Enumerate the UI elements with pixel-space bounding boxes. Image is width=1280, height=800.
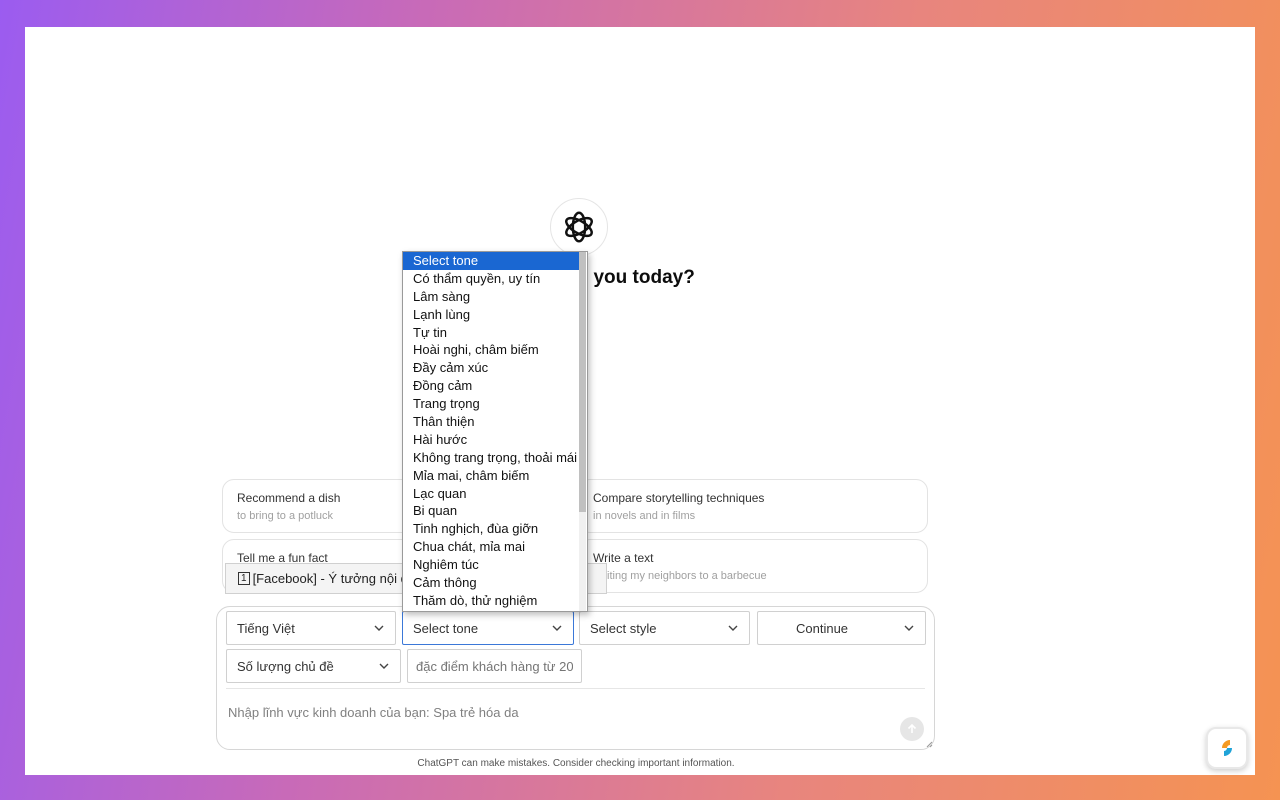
chevron-down-icon — [552, 625, 562, 631]
suggestion-subtitle: inviting my neighbors to a barbecue — [593, 570, 767, 582]
openai-logo — [550, 198, 608, 256]
suggestion-title: Compare storytelling techniques — [593, 491, 765, 505]
chat-window: How can I help you today? Recommend a di… — [25, 27, 1255, 775]
tone-option[interactable]: Đầy cảm xúc — [403, 359, 569, 377]
tone-option[interactable]: Chua chát, mỉa mai — [403, 538, 569, 556]
tone-option[interactable]: Tinh nghịch, đùa giỡn — [403, 520, 569, 538]
tone-option[interactable]: Không trang trọng, thoải mái — [403, 449, 577, 467]
composer: Tiếng Việt Select tone Select style Cont… — [216, 606, 935, 750]
tone-option[interactable]: Bi quan — [403, 502, 569, 520]
tone-select-value: Select tone — [413, 620, 479, 636]
tone-option[interactable]: Thân thiện — [403, 413, 569, 431]
scrollbar-thumb[interactable] — [579, 252, 586, 512]
chevron-down-icon — [904, 625, 914, 631]
tone-option[interactable]: Trang trọng — [403, 395, 569, 413]
dropdown-scrollbar[interactable] — [579, 252, 586, 611]
tone-option[interactable]: Nghiêm túc — [403, 556, 569, 574]
tone-option[interactable]: Đồng cảm — [403, 377, 569, 395]
continue-select[interactable]: Continue — [757, 611, 926, 645]
continue-select-value: Continue — [796, 620, 849, 636]
tone-option[interactable]: Có thẩm quyền, uy tín — [403, 270, 569, 288]
language-select[interactable]: Tiếng Việt — [226, 611, 396, 645]
topic-count-select[interactable]: Số lượng chủ đề — [226, 649, 401, 683]
arrow-up-icon — [907, 723, 917, 733]
suggestion-card-write-text[interactable]: Write a text inviting my neighbors to a … — [578, 539, 928, 593]
openai-knot-icon — [565, 211, 593, 243]
language-select-value: Tiếng Việt — [237, 620, 295, 636]
tone-option[interactable]: Hoài nghi, châm biếm — [403, 341, 569, 359]
message-input[interactable] — [226, 703, 890, 743]
suggestion-subtitle: in novels and in films — [593, 510, 696, 522]
style-select[interactable]: Select style — [579, 611, 750, 645]
tooltip-number: 1 — [238, 572, 250, 585]
tone-dropdown-list[interactable]: Select tone Có thẩm quyền, uy tín Lâm sàng… — [402, 251, 588, 612]
tone-option[interactable]: Lạnh lùng — [403, 306, 569, 324]
chevron-down-icon — [728, 625, 738, 631]
style-select-value: Select style — [590, 620, 657, 636]
tone-option[interactable]: Lạc quan — [403, 485, 569, 503]
extension-logo-icon — [1222, 740, 1232, 756]
tone-option[interactable]: Mỉa mai, châm biếm — [403, 467, 569, 485]
chevron-down-icon — [374, 625, 384, 631]
topic-count-select-value: Số lượng chủ đề — [237, 658, 334, 674]
resize-grip-icon[interactable] — [926, 741, 933, 748]
disclaimer-footer: ChatGPT can make mistakes. Consider chec… — [417, 758, 735, 769]
tone-option[interactable]: Tự tin — [403, 324, 569, 342]
composer-divider — [226, 688, 925, 689]
customer-traits-input[interactable] — [407, 649, 582, 683]
tone-option[interactable]: Lâm sàng — [403, 288, 569, 306]
extension-button[interactable] — [1206, 727, 1248, 769]
send-button[interactable] — [900, 717, 924, 741]
tone-select[interactable]: Select tone — [402, 611, 574, 645]
suggestion-title: Write a text — [593, 551, 654, 565]
tone-option[interactable]: Thăm dò, thử nghiệm — [403, 592, 569, 610]
tone-option-list: Select tone Có thẩm quyền, uy tín Lâm sàng… — [403, 252, 587, 610]
chevron-down-icon — [379, 663, 389, 669]
tone-option[interactable]: Hài hước — [403, 431, 569, 449]
suggestion-card-storytelling[interactable]: Compare storytelling techniques in novel… — [578, 479, 928, 533]
tone-option[interactable]: Select tone — [403, 252, 579, 270]
tone-option[interactable]: Cảm thông — [403, 574, 569, 592]
